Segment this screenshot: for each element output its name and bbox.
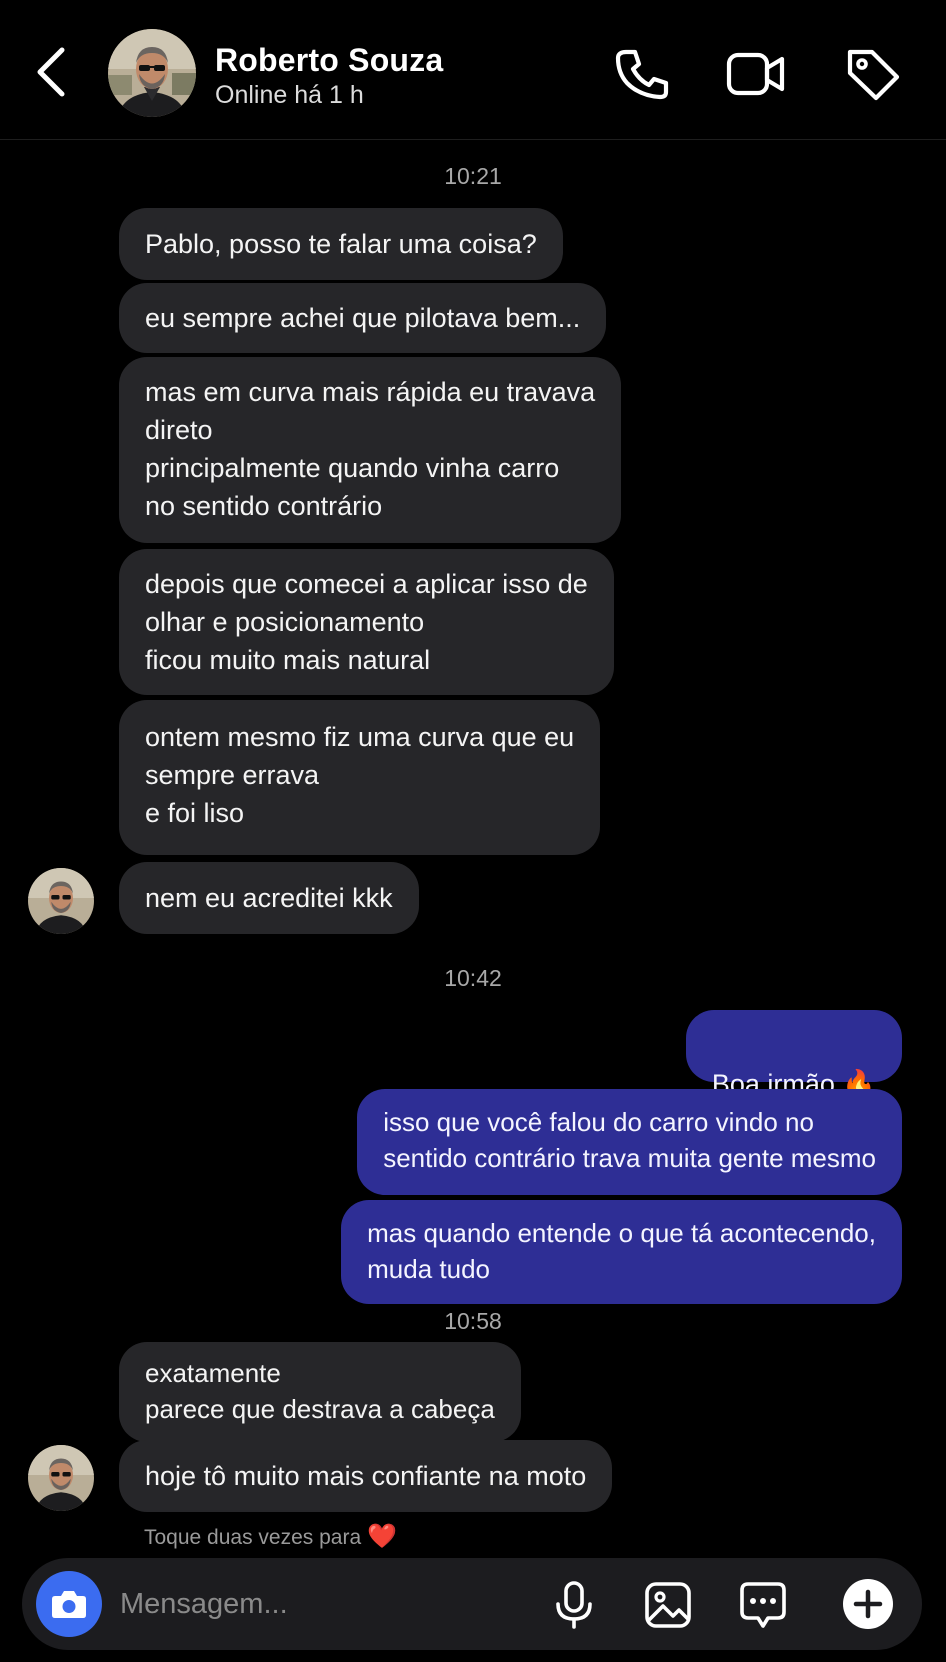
avatar[interactable] xyxy=(28,868,94,934)
microphone-icon[interactable] xyxy=(549,1580,599,1630)
avatar[interactable] xyxy=(108,29,196,117)
message-bubble-incoming[interactable]: Pablo, posso te falar uma coisa? xyxy=(119,208,563,280)
message-bubble-outgoing[interactable]: Boa irmão 🔥 xyxy=(685,1010,902,1099)
message-bubble-incoming[interactable]: ontem mesmo fiz uma curva que eu sempre … xyxy=(119,700,601,855)
phone-icon[interactable] xyxy=(612,46,672,102)
camera-icon[interactable] xyxy=(36,1571,102,1637)
message-bubble-incoming[interactable]: hoje tô muito mais confiante na moto xyxy=(119,1440,613,1512)
message-bubble-incoming[interactable]: exatamente parece que destrava a cabeça xyxy=(119,1342,521,1442)
message-bubble-outgoing[interactable]: isso que você falou do carro vindo no se… xyxy=(357,1089,902,1195)
timestamp: 10:21 xyxy=(444,163,502,189)
chat-screen: Roberto Souza Online há 1 h 10:21 10:42 … xyxy=(0,0,946,1662)
chat-header: Roberto Souza Online há 1 h xyxy=(0,0,946,140)
avatar[interactable] xyxy=(28,1445,94,1511)
plus-icon[interactable] xyxy=(842,1578,894,1630)
timestamp: 10:42 xyxy=(444,965,502,991)
double-tap-hint: Toque duas vezes para ❤️ xyxy=(144,1522,397,1551)
message-bubble-incoming[interactable]: mas em curva mais rápida eu travava dire… xyxy=(119,357,622,543)
message-bubble-incoming[interactable]: depois que comecei a aplicar isso de olh… xyxy=(119,549,614,695)
message-composer xyxy=(22,1558,922,1650)
hint-text: Toque duas vezes para xyxy=(144,1526,362,1549)
video-icon[interactable] xyxy=(726,46,786,102)
message-bubble-incoming[interactable]: eu sempre achei que pilotava bem... xyxy=(119,283,607,353)
contact-status: Online há 1 h xyxy=(215,81,364,109)
contact-name[interactable]: Roberto Souza xyxy=(215,42,443,79)
image-icon[interactable] xyxy=(643,1580,693,1630)
message-bubble-incoming[interactable]: nem eu acreditei kkk xyxy=(119,862,419,934)
chat-bubble-icon[interactable] xyxy=(738,1580,788,1630)
heart-icon: ❤️ xyxy=(367,1523,397,1550)
message-input[interactable] xyxy=(120,1580,520,1628)
timestamp: 10:58 xyxy=(444,1308,502,1334)
message-bubble-outgoing[interactable]: mas quando entende o que tá acontecendo,… xyxy=(341,1200,902,1304)
tag-icon[interactable] xyxy=(842,46,902,102)
back-icon[interactable] xyxy=(30,44,74,100)
